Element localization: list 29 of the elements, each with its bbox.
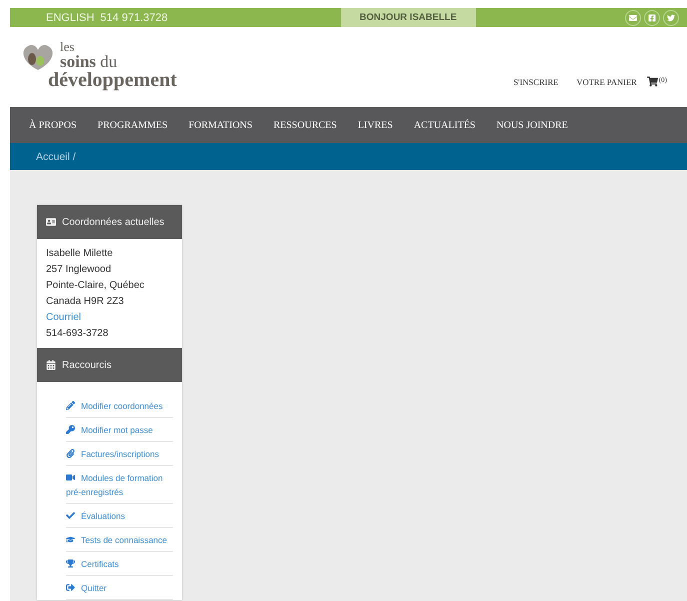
card-title: Raccourcis [62, 360, 112, 370]
email-link[interactable]: Courriel [46, 312, 173, 323]
nav-link[interactable]: À PROPOS [29, 120, 77, 130]
address-line: 257 Inglewood [46, 264, 112, 275]
nav-link[interactable]: RESSOURCES [273, 120, 337, 130]
nav-link[interactable]: NOUS JOINDRE [496, 120, 568, 130]
address-line: 514-693-3728 [46, 328, 110, 339]
shortcut-link[interactable]: Quitter [66, 576, 173, 600]
nav-link[interactable]: FORMATIONS [188, 120, 252, 130]
address-line: Isabelle Milette [46, 248, 114, 259]
nav-link[interactable]: LIVRES [358, 120, 393, 130]
nav-link[interactable]: ACTUALITÉS [414, 120, 476, 130]
address-line: Pointe-Claire, Québec [46, 280, 146, 291]
shortcut-link[interactable]: Modules de formation pré-enregistrés [66, 466, 173, 504]
shortcut-link[interactable]: Modifier mot passe [66, 418, 173, 442]
shortcut-link[interactable]: Certificats [66, 552, 173, 576]
greeting-label: BONJOUR ISABELLE [340, 8, 476, 27]
shortcut-link[interactable]: Modifier coordonnées [66, 394, 173, 418]
phone-number: 514 971.3728 [100, 12, 168, 24]
card-title: Coordonnées actuelles [62, 216, 164, 228]
shortcut-link[interactable]: Évaluations [66, 504, 173, 528]
site-logo[interactable]: les soins du développement [20, 40, 177, 90]
nav-link[interactable]: PROGRAMMES [98, 120, 168, 130]
header-link[interactable]: VOTRE PANIER [576, 76, 637, 86]
address-line: Canada H9R 2Z3 [46, 296, 125, 307]
shortcut-link[interactable]: Tests de connaissance [66, 528, 173, 552]
shortcut-link[interactable]: Factures/inscriptions [66, 442, 173, 466]
breadcrumb-link[interactable]: Accueil / [36, 150, 76, 162]
header-link[interactable]: S'INSCRIRE [513, 76, 558, 86]
